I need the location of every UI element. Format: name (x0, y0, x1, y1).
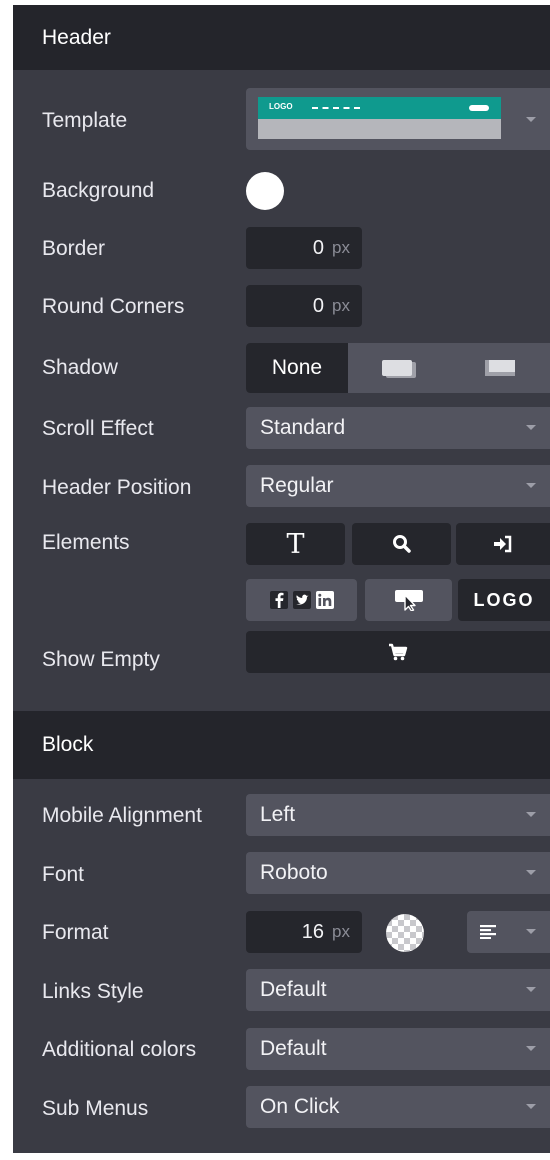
additional-colors-label: Additional colors (42, 1038, 197, 1061)
shadow-label: Shadow (42, 356, 118, 379)
scroll-effect-select[interactable]: Standard (246, 407, 550, 449)
header-position-label: Header Position (42, 476, 192, 499)
header-position-select[interactable]: Regular (246, 465, 550, 507)
header-section-label: Header (42, 25, 111, 49)
font-size-input[interactable]: 16 px (246, 911, 362, 953)
shadow-hard-button[interactable] (449, 343, 550, 393)
scroll-effect-value: Standard (260, 416, 346, 439)
cart-icon (389, 643, 408, 661)
chevron-down-icon (526, 425, 536, 430)
text-icon: T (286, 528, 305, 560)
search-icon (392, 535, 411, 553)
text-align-select[interactable] (467, 911, 550, 953)
background-label: Background (42, 179, 155, 202)
options-panel: Header Template LOGO Background Border 0… (13, 5, 550, 1153)
sub-menus-value: On Click (260, 1095, 340, 1118)
border-label: Border (42, 237, 106, 260)
call-to-action-icon (394, 590, 423, 611)
font-select[interactable]: Roboto (246, 852, 550, 894)
chevron-down-icon (526, 483, 536, 488)
element-text-button[interactable]: T (246, 523, 345, 565)
template-selector[interactable]: LOGO (246, 88, 550, 150)
chevron-down-icon (526, 929, 536, 934)
sign-in-icon (494, 535, 512, 553)
element-logo-button[interactable]: LOGO (458, 579, 550, 621)
sub-menus-label: Sub Menus (42, 1097, 149, 1120)
font-label: Font (42, 863, 85, 886)
border-input[interactable]: 0 px (246, 227, 362, 269)
template-preview-logo: LOGO (269, 102, 293, 111)
template-preview: LOGO (258, 97, 501, 139)
element-sign-in-button[interactable] (456, 523, 550, 565)
shadow-soft-icon (382, 360, 412, 376)
chevron-down-icon (526, 870, 536, 875)
additional-colors-select[interactable]: Default (246, 1028, 550, 1070)
social-icons (269, 591, 334, 609)
mobile-alignment-value: Left (260, 803, 296, 826)
background-color-swatch[interactable] (246, 172, 284, 210)
header-position-value: Regular (260, 474, 334, 497)
border-value: 0 (312, 236, 325, 259)
header-section-title: Header (13, 5, 550, 70)
show-empty-cart-button[interactable] (246, 631, 550, 673)
links-style-value: Default (260, 978, 327, 1001)
font-value: Roboto (260, 861, 328, 884)
block-section-label: Block (42, 733, 94, 756)
show-empty-label: Show Empty (42, 648, 160, 671)
mobile-alignment-label: Mobile Alignment (42, 804, 202, 827)
template-preview-bar (258, 97, 501, 119)
elements-label: Elements (42, 531, 130, 554)
shadow-soft-button[interactable] (348, 343, 449, 393)
format-label: Format (42, 921, 109, 944)
links-style-select[interactable]: Default (246, 969, 550, 1011)
chevron-down-icon (526, 812, 536, 817)
element-social-button[interactable] (246, 579, 357, 621)
shadow-none-label: None (271, 356, 323, 379)
round-corners-value: 0 (312, 294, 325, 317)
shadow-hard-icon-face (489, 360, 515, 372)
text-color-swatch[interactable] (386, 914, 424, 952)
shadow-hard-icon (485, 360, 515, 376)
template-preview-menu (312, 107, 360, 112)
round-corners-label: Round Corners (42, 295, 185, 318)
round-corners-unit: px (332, 296, 350, 315)
shadow-toggle-group: None (246, 343, 550, 393)
additional-colors-value: Default (260, 1037, 327, 1060)
chevron-down-icon (526, 1104, 536, 1109)
sub-menus-select[interactable]: On Click (246, 1086, 550, 1128)
template-label: Template (42, 109, 128, 132)
element-call-to-action-button[interactable] (365, 579, 452, 621)
align-left-icon (480, 925, 496, 939)
chevron-down-icon (526, 987, 536, 992)
template-preview-button (469, 105, 489, 111)
chevron-down-icon (526, 117, 536, 122)
element-search-button[interactable] (352, 523, 451, 565)
block-section-title: Block (13, 711, 550, 779)
scroll-effect-label: Scroll Effect (42, 417, 154, 440)
links-style-label: Links Style (42, 980, 144, 1003)
mobile-alignment-select[interactable]: Left (246, 794, 550, 836)
font-size-value: 16 (301, 920, 325, 943)
logo-text: LOGO (473, 589, 535, 610)
font-size-unit: px (332, 922, 350, 941)
round-corners-input[interactable]: 0 px (246, 285, 362, 327)
shadow-none-button[interactable]: None (246, 343, 348, 393)
border-unit: px (332, 238, 350, 257)
chevron-down-icon (526, 1046, 536, 1051)
